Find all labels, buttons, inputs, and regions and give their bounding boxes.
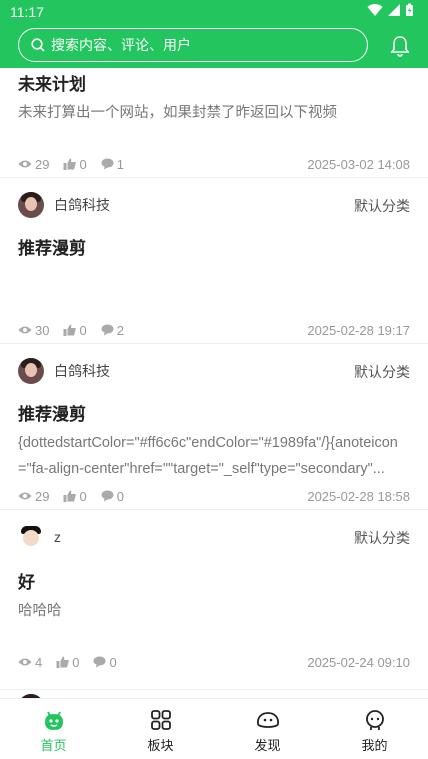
home-icon — [43, 708, 65, 732]
bottom-tab-bar: 首页 板块 发现 我的 — [0, 698, 428, 759]
likes-stat[interactable]: 0 — [56, 655, 79, 670]
status-icons — [367, 3, 414, 17]
views-stat: 29 — [18, 489, 49, 504]
discover-icon — [255, 708, 281, 732]
post-body: 未来打算出一个网站，如果封禁了昨返回以下视频 — [18, 105, 337, 121]
search-placeholder: 搜索内容、评论、用户 — [51, 37, 191, 53]
avatar — [18, 358, 44, 384]
post-card[interactable]: 白鸽科技 默认分类 推荐漫剪 {dottedstartColor="#ff6c6… — [0, 344, 428, 510]
grid-icon — [150, 708, 172, 732]
post-title: 好 — [18, 573, 35, 592]
author-name: 白鸽科技 — [54, 363, 110, 379]
comment-icon — [101, 324, 114, 336]
post-category: 默认分类 — [354, 198, 410, 214]
post-date: 2025-02-28 18:58 — [307, 488, 410, 504]
status-time: 11:17 — [10, 4, 44, 20]
comments-stat[interactable]: 1 — [101, 157, 124, 172]
comment-icon — [101, 490, 114, 502]
likes-stat[interactable]: 0 — [63, 323, 87, 338]
post-card-partial[interactable] — [0, 690, 428, 698]
views-stat: 4 — [18, 655, 42, 670]
notification-bell-icon[interactable] — [390, 35, 410, 62]
wifi-icon — [367, 4, 383, 17]
search-box[interactable]: 搜索内容、评论、用户 — [18, 28, 368, 62]
tab-boards[interactable]: 板块 — [107, 699, 214, 759]
post-meta: 30 0 2 2025-02-28 19:17 — [18, 322, 410, 338]
author-name: z — [54, 529, 61, 545]
eye-icon — [18, 160, 32, 168]
likes-stat[interactable]: 0 — [63, 157, 87, 172]
post-category: 默认分类 — [354, 530, 410, 546]
avatar — [18, 192, 44, 218]
post-author[interactable]: 白鸽科技 — [18, 192, 110, 218]
post-body: 哈哈哈 — [18, 603, 62, 619]
tab-home[interactable]: 首页 — [0, 699, 107, 759]
post-author[interactable]: 白鸽科技 — [18, 358, 110, 384]
comments-stat[interactable]: 0 — [93, 655, 117, 670]
comments-stat[interactable]: 2 — [101, 323, 124, 338]
post-date: 2025-02-28 19:17 — [307, 322, 410, 338]
avatar — [18, 524, 44, 550]
profile-icon — [364, 708, 386, 732]
tab-profile[interactable]: 我的 — [321, 699, 428, 759]
views-stat: 30 — [18, 323, 49, 338]
post-card[interactable]: 未来计划 未来打算出一个网站，如果封禁了昨返回以下视频 29 0 1 2025-… — [0, 68, 428, 178]
battery-icon — [406, 3, 413, 16]
likes-stat[interactable]: 0 — [63, 489, 87, 504]
signal-icon — [388, 4, 400, 16]
author-name: 白鸽科技 — [54, 197, 110, 213]
post-card[interactable]: z 默认分类 好 哈哈哈 4 0 0 2025-02-24 09:10 — [0, 510, 428, 690]
post-title: 推荐漫剪 — [18, 405, 86, 424]
post-author[interactable]: z — [18, 524, 61, 550]
post-meta: 29 0 1 2025-03-02 14:08 — [18, 156, 410, 172]
post-body — [18, 264, 408, 290]
eye-icon — [18, 658, 32, 666]
post-title: 推荐漫剪 — [18, 239, 86, 258]
eye-icon — [18, 492, 32, 500]
post-meta: 4 0 0 2025-02-24 09:10 — [18, 654, 410, 670]
tab-discover[interactable]: 发现 — [214, 699, 321, 759]
views-stat: 29 — [18, 157, 49, 172]
comments-stat[interactable]: 0 — [101, 489, 124, 504]
status-bar: 11:17 — [0, 0, 428, 24]
top-bar: 11:17 搜索内容、评论、用户 — [0, 0, 428, 68]
post-body: {dottedstartColor="#ff6c6c"endColor="#19… — [18, 435, 398, 477]
comment-icon — [93, 656, 106, 668]
thumbs-up-icon — [56, 656, 70, 668]
post-meta: 29 0 0 2025-02-28 18:58 — [18, 488, 410, 504]
post-date: 2025-03-02 14:08 — [307, 156, 410, 172]
search-icon — [31, 38, 45, 52]
thumbs-up-icon — [63, 490, 77, 502]
eye-icon — [18, 326, 32, 334]
post-category: 默认分类 — [354, 364, 410, 380]
comment-icon — [101, 158, 114, 170]
post-feed[interactable]: 未来计划 未来打算出一个网站，如果封禁了昨返回以下视频 29 0 1 2025-… — [0, 68, 428, 698]
post-title: 未来计划 — [18, 75, 86, 94]
post-card[interactable]: 白鸽科技 默认分类 推荐漫剪 30 0 2 2025-02-28 19:17 — [0, 178, 428, 344]
thumbs-up-icon — [63, 158, 77, 170]
post-date: 2025-02-24 09:10 — [307, 654, 410, 670]
thumbs-up-icon — [63, 324, 77, 336]
